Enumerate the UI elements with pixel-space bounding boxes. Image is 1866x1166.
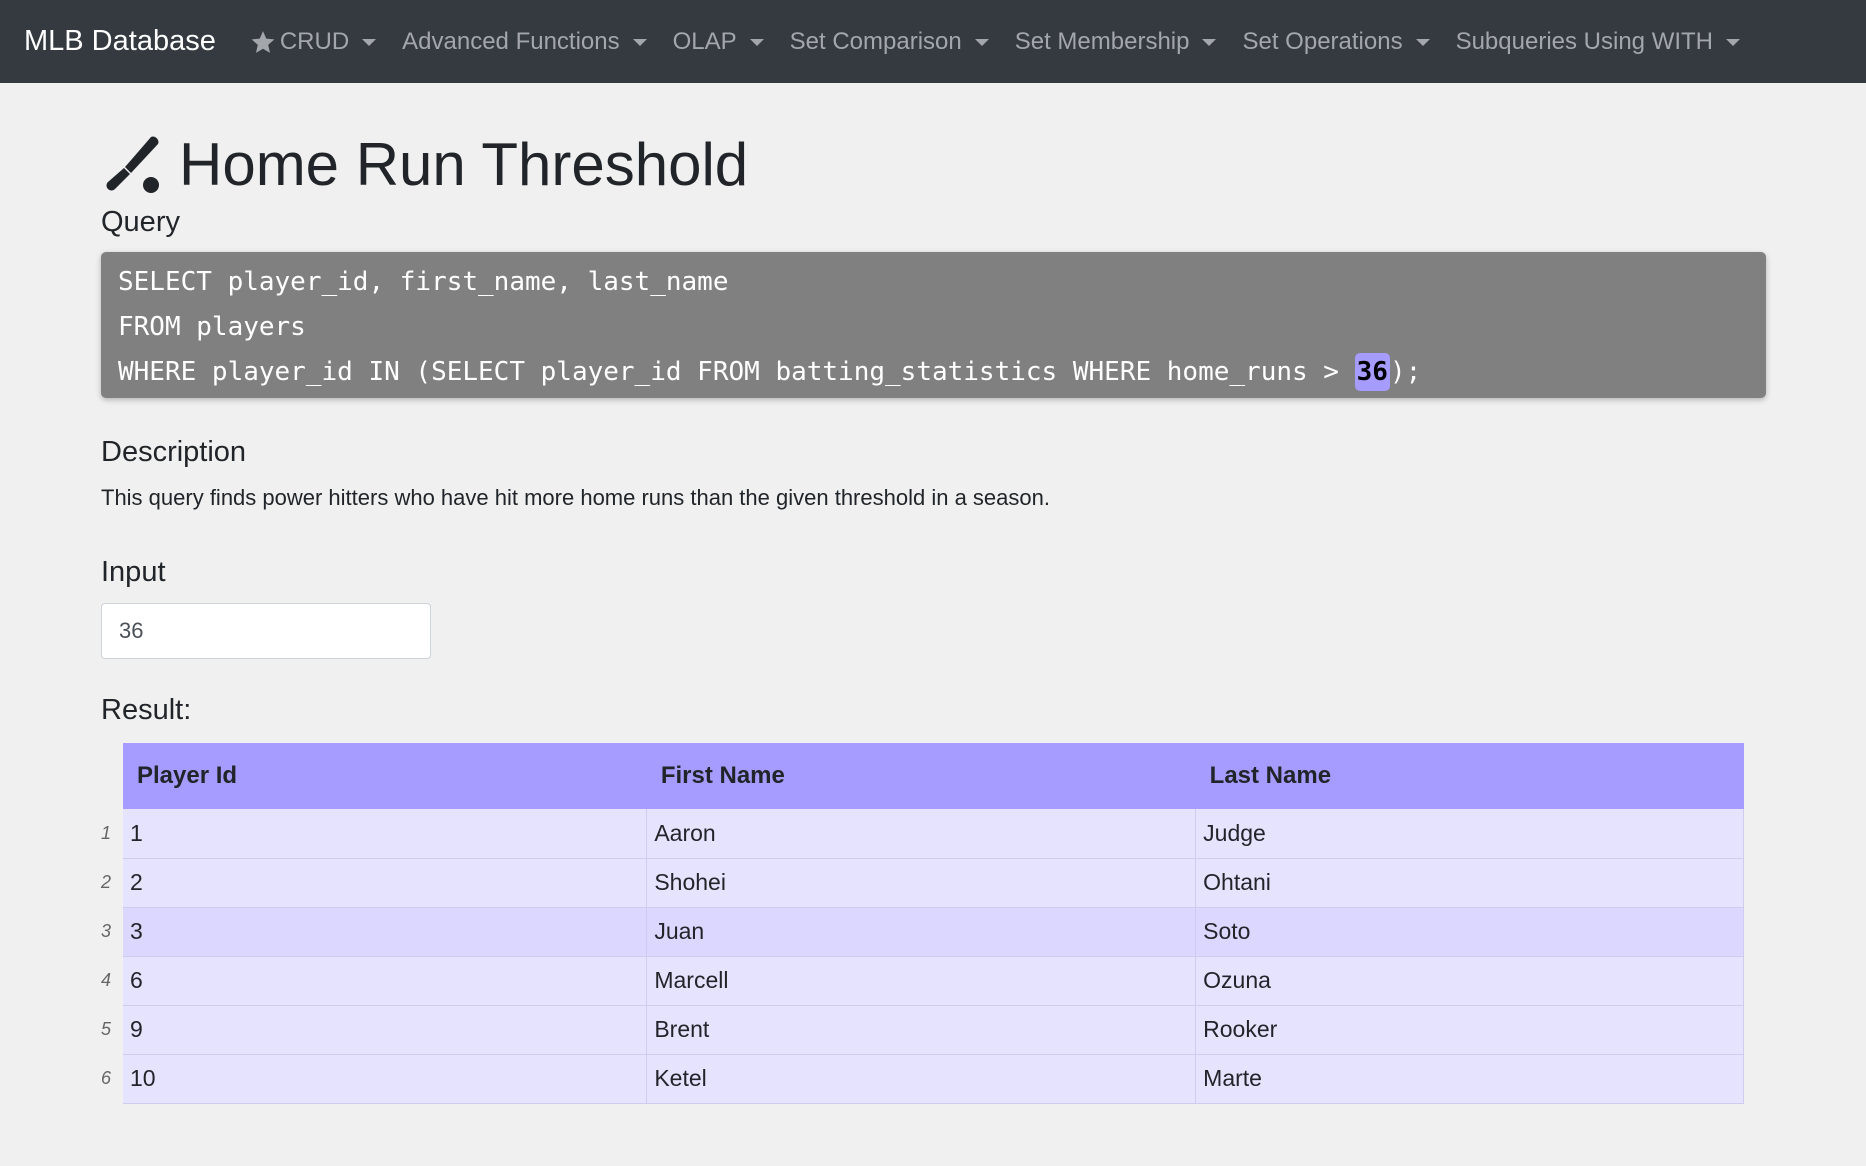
row-number: 6 <box>101 1068 112 1088</box>
nav-label-set-membership: Set Membership <box>1014 27 1190 55</box>
description-text: This query finds power hitters who have … <box>101 485 1050 510</box>
cell-last-name: Judge <box>1195 809 1744 859</box>
row-number: 4 <box>101 970 112 990</box>
caret-down-icon <box>362 39 377 46</box>
table-row: 6 Marcell Ozuna <box>123 956 1744 1006</box>
cell-player-id: 2 <box>123 858 648 908</box>
cell-last-name: Marte <box>1195 1054 1744 1104</box>
table-row: 10 Ketel Marte <box>123 1054 1744 1104</box>
caret-down-icon <box>749 39 764 46</box>
cell-player-id: 10 <box>123 1054 648 1104</box>
cell-first-name: Ketel <box>646 1054 1197 1104</box>
star-icon <box>250 29 276 55</box>
nav-dropdown-advanced-functions[interactable]: Advanced Functions <box>402 27 647 56</box>
caret-down-icon <box>1415 39 1430 46</box>
column-header-first-name[interactable]: First Name <box>646 743 1196 809</box>
table-header-row: Player Id First Name Last Name <box>123 743 1744 809</box>
cell-last-name: Ohtani <box>1195 858 1744 908</box>
query-line-3-prefix: WHERE player_id IN (SELECT player_id FRO… <box>118 357 1355 387</box>
table-row: 3 Juan Soto <box>123 907 1744 957</box>
query-line-3-suffix: ); <box>1389 357 1422 387</box>
query-heading: Query <box>101 206 180 238</box>
cell-last-name: Soto <box>1195 907 1744 957</box>
cell-last-name: Rooker <box>1195 1005 1744 1055</box>
threshold-input[interactable] <box>101 603 431 659</box>
query-line-1: SELECT player_id, first_name, last_name <box>118 267 729 297</box>
nav-label-crud: CRUD <box>279 27 350 55</box>
caret-down-icon <box>1202 39 1217 46</box>
column-header-player-id[interactable]: Player Id <box>123 743 647 809</box>
cell-player-id: 6 <box>123 956 648 1006</box>
top-navbar: MLB Database CRUD Advanced Functions OLA… <box>0 0 1866 83</box>
nav-label-subqueries-with: Subqueries Using WITH <box>1455 27 1714 55</box>
cell-player-id: 1 <box>123 809 648 859</box>
page-header: Home Run Threshold <box>101 105 1766 225</box>
caret-down-icon <box>1726 39 1741 46</box>
nav-label-set-comparison: Set Comparison <box>789 27 962 55</box>
query-code-block: SELECT player_id, first_name, last_name … <box>101 252 1766 398</box>
nav-label-advanced-functions: Advanced Functions <box>402 27 620 55</box>
cell-last-name: Ozuna <box>1195 956 1744 1006</box>
table-row: 9 Brent Rooker <box>123 1005 1744 1055</box>
query-line-2: FROM players <box>118 312 306 342</box>
row-number: 3 <box>101 921 112 941</box>
caret-down-icon <box>974 39 989 46</box>
main-content: Home Run Threshold Query SELECT player_i… <box>101 83 1766 1104</box>
caret-down-icon <box>632 39 647 46</box>
nav-dropdown-set-operations[interactable]: Set Operations <box>1242 27 1430 56</box>
cell-player-id: 9 <box>123 1005 648 1055</box>
nav-dropdown-crud[interactable]: CRUD <box>250 27 377 56</box>
nav-label-set-operations: Set Operations <box>1242 27 1403 55</box>
nav-dropdown-olap[interactable]: OLAP <box>673 28 764 56</box>
cell-player-id: 3 <box>123 907 648 957</box>
table-row: 2 Shohei Ohtani <box>123 858 1744 908</box>
nav-label-olap: OLAP <box>672 27 737 55</box>
baseball-bat-icon <box>101 133 165 197</box>
page-title: Home Run Threshold <box>179 131 749 198</box>
query-line-3: WHERE player_id IN (SELECT player_id FRO… <box>118 350 1749 395</box>
cell-first-name: Brent <box>646 1005 1197 1055</box>
nav-dropdown-set-membership[interactable]: Set Membership <box>1015 28 1217 56</box>
row-number-column: 1 2 3 4 5 6 <box>101 809 123 1103</box>
result-heading: Result: <box>101 694 192 726</box>
cell-first-name: Juan <box>646 907 1197 957</box>
cell-first-name: Shohei <box>646 858 1197 908</box>
row-number: 1 <box>101 823 112 843</box>
cell-first-name: Marcell <box>646 956 1197 1006</box>
table-row: 1 Aaron Judge <box>123 809 1744 859</box>
row-number: 2 <box>101 872 112 892</box>
brand-link[interactable]: MLB Database <box>24 25 216 58</box>
cell-first-name: Aaron <box>646 809 1197 859</box>
results-table: Player Id First Name Last Name 1 Aaron J… <box>123 743 1744 1104</box>
row-number: 5 <box>101 1019 112 1039</box>
column-header-last-name[interactable]: Last Name <box>1195 743 1744 809</box>
nav-dropdown-set-comparison[interactable]: Set Comparison <box>790 28 989 56</box>
input-heading: Input <box>101 556 166 588</box>
nav-dropdown-subqueries-with[interactable]: Subqueries Using WITH <box>1455 27 1741 56</box>
description-heading: Description <box>101 436 247 468</box>
query-parameter-highlight: 36 <box>1354 353 1390 391</box>
